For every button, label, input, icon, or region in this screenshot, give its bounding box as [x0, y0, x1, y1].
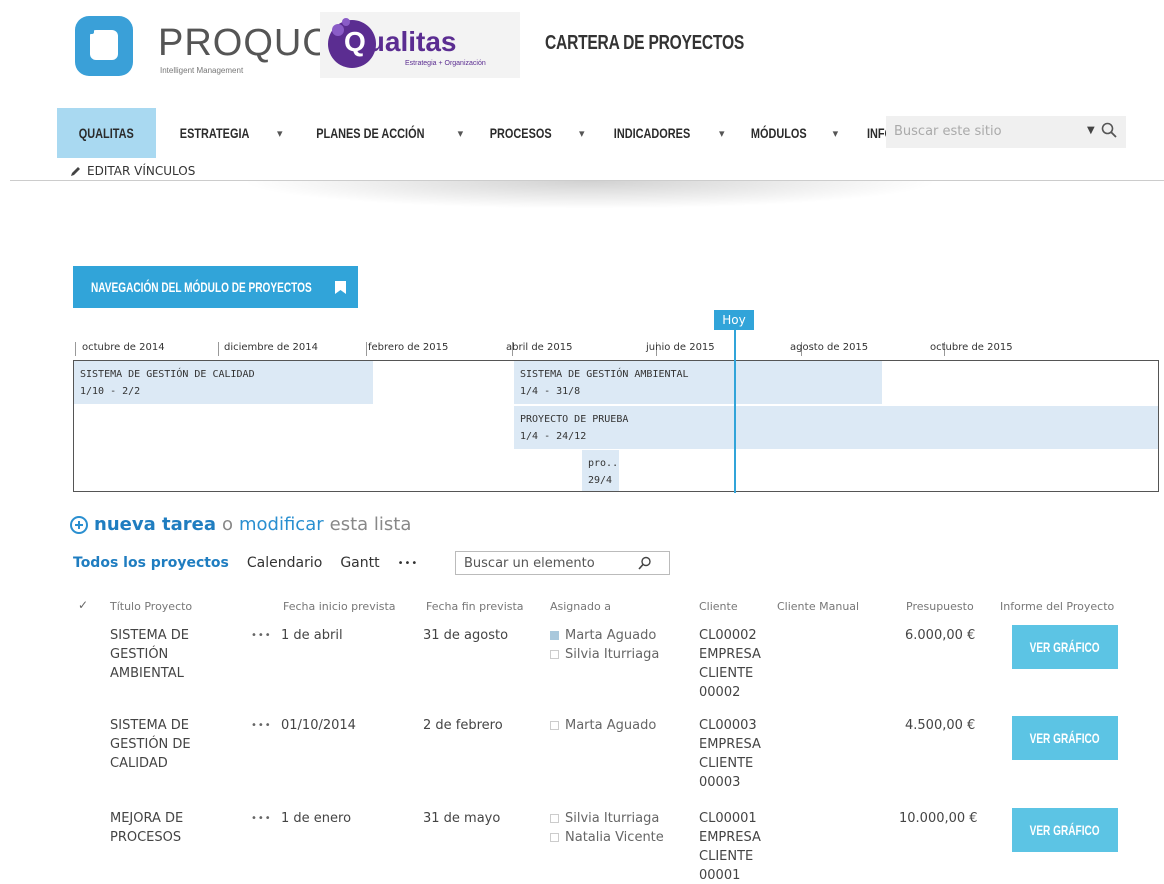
- end-date: 2 de febrero: [423, 718, 503, 733]
- nav-item-estrategia[interactable]: ESTRATEGIA: [156, 108, 273, 158]
- pencil-icon: [71, 166, 80, 176]
- more-views-button[interactable]: •••: [398, 558, 419, 569]
- timeline-month: agosto de 2015: [790, 342, 869, 353]
- project-module-navigation-button[interactable]: NAVEGACIÓN DEL MÓDULO DE PROYECTOS: [73, 266, 358, 308]
- item-menu-button[interactable]: •••: [251, 626, 272, 645]
- search-scope-dropdown-icon[interactable]: ▼: [1087, 125, 1095, 136]
- project-timeline: SISTEMA DE GESTIÓN DE CALIDAD 1/10 - 2/2 …: [73, 360, 1159, 492]
- timeline-month: febrero de 2015: [368, 342, 449, 353]
- timeline-bar[interactable]: PROYECTO DE PRUEBA 1/4 - 24/12: [514, 406, 1158, 449]
- start-date: 01/10/2014: [281, 718, 356, 733]
- view-calendar[interactable]: Calendario: [247, 555, 322, 571]
- dropdown-arrow-icon[interactable]: ▾: [575, 127, 589, 140]
- assigned-person[interactable]: Silvia Iturriaga: [550, 645, 659, 664]
- view-selector: Todos los proyectos Calendario Gantt •••: [73, 555, 418, 571]
- project-title-link[interactable]: MEJORA DE PROCESOS: [110, 809, 220, 847]
- this-list-text: esta lista: [329, 514, 412, 535]
- budget-value: 6.000,00 €: [905, 628, 976, 643]
- dropdown-arrow-icon[interactable]: ▾: [273, 127, 287, 140]
- timeline-bar[interactable]: SISTEMA DE GESTIÓN DE CALIDAD 1/10 - 2/2: [74, 361, 373, 404]
- add-icon[interactable]: [70, 515, 88, 534]
- partner-name: Qualitas: [344, 26, 457, 57]
- budget-value: 10.000,00 €: [899, 811, 978, 826]
- nav-item-qualitas[interactable]: QUALITAS: [57, 108, 156, 158]
- proquo-logo-icon[interactable]: [75, 16, 133, 76]
- client-value: CL00002 EMPRESA CLIENTE 00002: [699, 628, 761, 700]
- item-menu-button[interactable]: •••: [251, 716, 272, 735]
- column-header-client[interactable]: Cliente: [699, 600, 738, 613]
- column-header-end-date[interactable]: Fecha fin prevista: [426, 600, 524, 613]
- column-header-assigned[interactable]: Asignado a: [550, 600, 611, 613]
- page-title: CARTERA DE PROYECTOS: [545, 32, 745, 54]
- column-header-start-date[interactable]: Fecha inicio prevista: [283, 600, 396, 613]
- view-all-projects[interactable]: Todos los proyectos: [73, 555, 229, 571]
- item-menu-button[interactable]: •••: [251, 809, 272, 828]
- column-header-report[interactable]: Informe del Proyecto: [1000, 600, 1114, 613]
- presence-icon: [550, 833, 559, 842]
- project-title-link[interactable]: SISTEMA DE GESTIÓN DE CALIDAD: [110, 716, 220, 773]
- dropdown-arrow-icon[interactable]: ▾: [715, 127, 729, 140]
- timeline-month: octubre de 2015: [930, 342, 1013, 353]
- presence-icon: [550, 814, 559, 823]
- assigned-person[interactable]: Natalia Vicente: [550, 828, 664, 847]
- partner-tagline: Estrategia + Organización: [405, 60, 486, 67]
- end-date: 31 de agosto: [423, 628, 509, 643]
- timeline-month: octubre de 2014: [82, 342, 165, 353]
- bookmark-icon: [335, 280, 347, 294]
- nav-item-planes-de-accion[interactable]: PLANES DE ACCIÓN: [287, 108, 454, 158]
- view-chart-button[interactable]: VER GRÁFICO: [1012, 625, 1118, 669]
- timeline-bar[interactable]: SISTEMA DE GESTIÓN AMBIENTAL 1/4 - 31/8: [514, 361, 882, 404]
- header-shadow: [240, 181, 940, 209]
- timeline-month: junio de 2015: [646, 342, 715, 353]
- column-header-budget[interactable]: Presupuesto: [906, 600, 974, 613]
- budget-value: 4.500,00 €: [905, 718, 976, 733]
- presence-icon: [550, 721, 559, 730]
- new-task-bar: nueva tarea o modificar esta lista: [70, 514, 411, 535]
- select-all-checkmark[interactable]: ✓: [78, 598, 88, 612]
- timeline-month: diciembre de 2014: [224, 342, 318, 353]
- presence-icon: [550, 631, 559, 640]
- column-header-title[interactable]: Título Proyecto: [110, 600, 192, 613]
- nav-item-modulos[interactable]: MÓDULOS: [729, 108, 829, 158]
- timeline-month: abril de 2015: [506, 342, 573, 353]
- today-line: [734, 330, 736, 493]
- column-header-client-manual[interactable]: Cliente Manual: [777, 600, 859, 613]
- assigned-person[interactable]: Marta Aguado: [550, 626, 656, 645]
- dropdown-arrow-icon[interactable]: ▾: [453, 127, 467, 140]
- modify-link[interactable]: modificar: [239, 514, 324, 535]
- nav-item-indicadores[interactable]: INDICADORES: [589, 108, 715, 158]
- search-icon[interactable]: [638, 556, 652, 570]
- new-task-link[interactable]: nueva tarea: [94, 514, 216, 535]
- timeline-bar[interactable]: pro...29/4 -: [582, 450, 619, 491]
- client-value: CL00001 EMPRESA CLIENTE 00001: [699, 811, 761, 883]
- or-text: o: [221, 514, 233, 535]
- search-icon[interactable]: [1101, 122, 1117, 138]
- timeline-tick: [366, 342, 367, 356]
- client-value: CL00003 EMPRESA CLIENTE 00003: [699, 718, 761, 790]
- edit-links-link[interactable]: EDITAR VÍNCULOS: [70, 164, 195, 178]
- list-search-input[interactable]: Buscar un elemento: [455, 551, 670, 575]
- site-search-input[interactable]: Buscar este sitio ▼: [886, 116, 1126, 148]
- timeline-tick: [75, 342, 76, 356]
- project-title-link[interactable]: SISTEMA DE GESTIÓN AMBIENTAL: [110, 626, 220, 683]
- view-chart-button[interactable]: VER GRÁFICO: [1012, 808, 1118, 852]
- start-date: 1 de abril: [281, 628, 343, 643]
- nav-item-procesos[interactable]: PROCESOS: [467, 108, 574, 158]
- assigned-person[interactable]: Silvia Iturriaga: [550, 809, 659, 828]
- timeline-tick: [218, 342, 219, 356]
- view-gantt[interactable]: Gantt: [340, 555, 379, 571]
- presence-icon: [550, 650, 559, 659]
- brand-tagline: Intelligent Management: [160, 66, 244, 75]
- assigned-person[interactable]: Marta Aguado: [550, 716, 656, 735]
- start-date: 1 de enero: [281, 811, 352, 826]
- end-date: 31 de mayo: [423, 811, 501, 826]
- brand-name: PROQUO: [158, 22, 333, 64]
- today-marker-label: Hoy: [714, 310, 754, 330]
- dropdown-arrow-icon[interactable]: ▾: [828, 127, 842, 140]
- view-chart-button[interactable]: VER GRÁFICO: [1012, 716, 1118, 760]
- top-navigation: QUALITAS ESTRATEGIA ▾ PLANES DE ACCIÓN ▾…: [57, 108, 970, 158]
